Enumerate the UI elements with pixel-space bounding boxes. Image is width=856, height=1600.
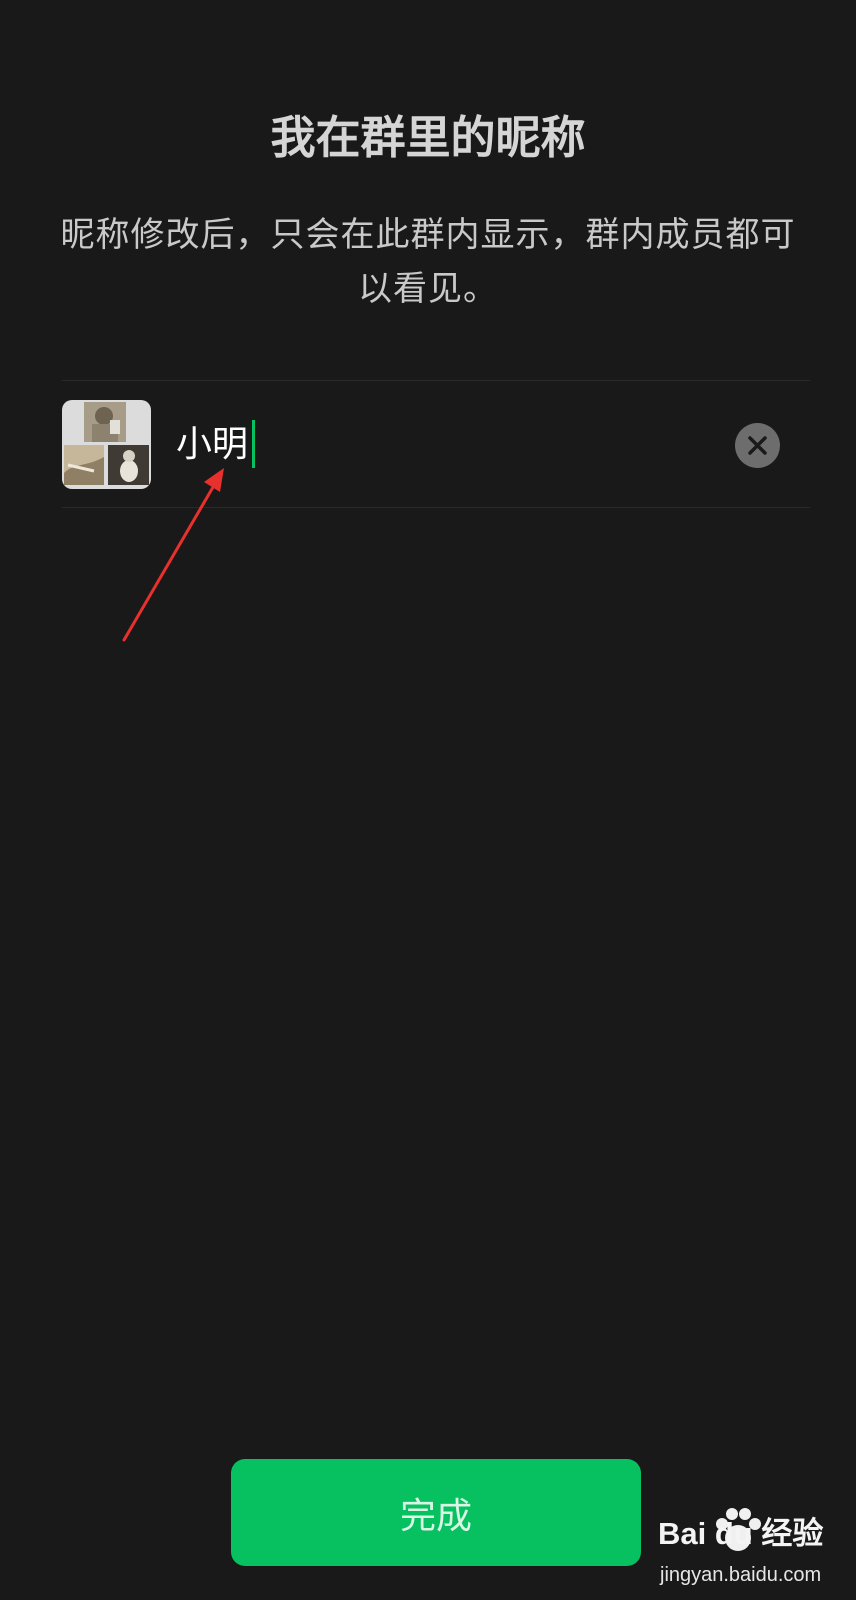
group-nickname-page: 我在群里的昵称 昵称修改后，只会在此群内显示，群内成员都可以看见。 小明 完成 … [0,0,856,1600]
page-title: 我在群里的昵称 [270,111,586,164]
avatar-tile-2 [64,445,104,485]
watermark-logo: Bai du 经验 [658,1516,824,1551]
annotation-arrow [122,468,224,642]
clear-input-button[interactable] [735,423,780,468]
page-description: 昵称修改后，只会在此群内显示，群内成员都可以看见。 [60,215,796,309]
avatar-tile-1 [84,402,126,442]
done-button[interactable]: 完成 [231,1459,641,1566]
watermark-url: jingyan.baidu.com [660,1564,822,1586]
group-avatar [62,400,151,489]
nickname-row [62,400,810,490]
text-cursor [252,420,255,468]
close-icon [748,436,767,455]
avatar-tile-3 [108,445,149,485]
baidu-jingyan-watermark: Bai du 经验 jingyan.baidu.com [650,1508,850,1596]
divider-top [62,380,810,381]
divider-bottom [62,507,810,508]
